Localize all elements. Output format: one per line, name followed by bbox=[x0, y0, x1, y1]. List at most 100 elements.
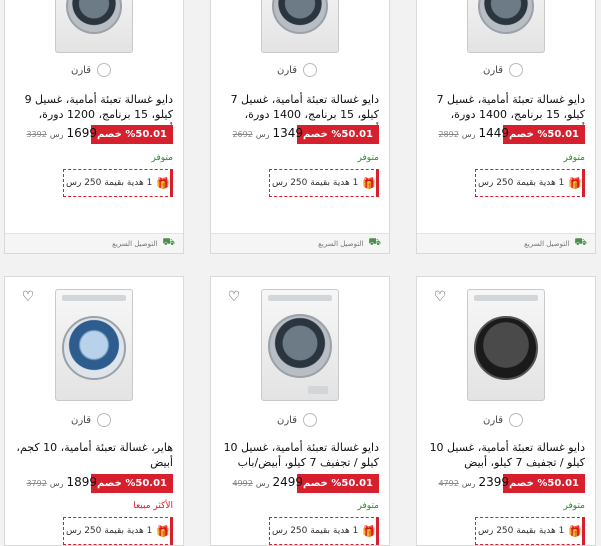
product-image[interactable] bbox=[211, 277, 389, 407]
currency: رس bbox=[255, 130, 270, 139]
truck-icon: ⛟ bbox=[574, 237, 587, 248]
product-card[interactable]: ♡ قارن دايو غسالة تعبئة أمامية، غسيل 10 … bbox=[210, 276, 390, 546]
product-image[interactable] bbox=[417, 0, 595, 59]
gift-icon: 🎁 bbox=[362, 176, 377, 190]
availability-status: متوفر bbox=[563, 501, 585, 511]
currency: رس bbox=[255, 479, 270, 488]
product-image[interactable] bbox=[5, 0, 183, 59]
old-price: 2692 bbox=[232, 130, 253, 139]
product-image[interactable] bbox=[5, 277, 183, 407]
compare-label: قارن bbox=[483, 414, 503, 426]
discount-badge: %50.01 خصم bbox=[296, 474, 379, 493]
gift-label: 1 هدية بقيمة 250 رس bbox=[272, 526, 359, 536]
washing-machine-image bbox=[261, 289, 339, 401]
compare-toggle[interactable]: قارن bbox=[483, 63, 523, 77]
product-card[interactable]: ♡ قارن دايو غسالة تعبئة أمامية، غسيل 10 … bbox=[416, 276, 596, 546]
gift-offer[interactable]: 🎁 1 هدية بقيمة 250 رس bbox=[475, 169, 585, 197]
gift-icon: 🎁 bbox=[362, 524, 377, 538]
current-price: 1449 bbox=[478, 126, 509, 140]
currency: رس bbox=[49, 130, 64, 139]
current-price: 1899 bbox=[66, 475, 97, 489]
compare-label: قارن bbox=[277, 64, 297, 76]
discount-badge: %50.01 خصم bbox=[90, 474, 173, 493]
gift-offer[interactable]: 🎁 1 هدية بقيمة 250 رس bbox=[269, 169, 379, 197]
product-card[interactable]: قارن دايو غسالة تعبئة أمامية، غسيل 9 كيل… bbox=[4, 0, 184, 254]
current-price: 1699 bbox=[66, 126, 97, 140]
old-price: 3392 bbox=[26, 130, 47, 139]
current-price: 2399 bbox=[478, 475, 509, 489]
product-title[interactable]: دايو غسالة تعبئة أمامية، غسيل 10 كيلو / … bbox=[219, 440, 379, 470]
availability-status: متوفر bbox=[563, 153, 585, 163]
washing-machine-image bbox=[467, 289, 545, 401]
compare-label: قارن bbox=[277, 414, 297, 426]
price-group: 1349 رس 2692 bbox=[232, 126, 303, 140]
compare-label: قارن bbox=[483, 64, 503, 76]
compare-toggle[interactable]: قارن bbox=[71, 63, 111, 77]
compare-radio[interactable] bbox=[97, 413, 111, 427]
gift-label: 1 هدية بقيمة 250 رس bbox=[272, 178, 359, 188]
truck-icon: ⛟ bbox=[162, 237, 175, 248]
gift-label: 1 هدية بقيمة 250 رس bbox=[66, 178, 153, 188]
product-card[interactable]: قارن دايو غسالة تعبئة أمامية، غسيل 7 كيل… bbox=[416, 0, 596, 254]
discount-badge: %50.01 خصم bbox=[90, 125, 173, 144]
delivery-bar: ⛟ التوصيل السريع bbox=[417, 233, 595, 253]
compare-toggle[interactable]: قارن bbox=[277, 413, 317, 427]
product-card[interactable]: قارن دايو غسالة تعبئة أمامية، غسيل 7 كيل… bbox=[210, 0, 390, 254]
old-price: 2892 bbox=[438, 130, 459, 139]
washing-machine-image bbox=[55, 0, 133, 53]
gift-label: 1 هدية بقيمة 250 رس bbox=[66, 526, 153, 536]
product-image[interactable] bbox=[417, 277, 595, 407]
delivery-label: التوصيل السريع bbox=[112, 239, 158, 248]
compare-radio[interactable] bbox=[303, 413, 317, 427]
current-price: 1349 bbox=[272, 126, 303, 140]
currency: رس bbox=[49, 479, 64, 488]
compare-toggle[interactable]: قارن bbox=[483, 413, 523, 427]
compare-toggle[interactable]: قارن bbox=[71, 413, 111, 427]
gift-icon: 🎁 bbox=[568, 176, 583, 190]
discount-badge: %50.01 خصم bbox=[502, 474, 585, 493]
delivery-label: التوصيل السريع bbox=[524, 239, 570, 248]
currency: رس bbox=[461, 479, 476, 488]
gift-icon: 🎁 bbox=[156, 524, 171, 538]
gift-offer[interactable]: 🎁 1 هدية بقيمة 250 رس bbox=[63, 169, 173, 197]
availability-status: متوفر bbox=[151, 153, 173, 163]
gift-icon: 🎁 bbox=[156, 176, 171, 190]
gift-label: 1 هدية بقيمة 250 رس bbox=[478, 526, 565, 536]
gift-icon: 🎁 bbox=[568, 524, 583, 538]
truck-icon: ⛟ bbox=[368, 237, 381, 248]
delivery-label: التوصيل السريع bbox=[318, 239, 364, 248]
availability-status: متوفر bbox=[357, 501, 379, 511]
availability-status: متوفر bbox=[357, 153, 379, 163]
old-price: 3792 bbox=[26, 479, 47, 488]
compare-radio[interactable] bbox=[509, 413, 523, 427]
delivery-bar: ⛟ التوصيل السريع bbox=[211, 233, 389, 253]
discount-badge: %50.01 خصم bbox=[502, 125, 585, 144]
gift-label: 1 هدية بقيمة 250 رس bbox=[478, 178, 565, 188]
price-group: 1699 رس 3392 bbox=[26, 126, 97, 140]
compare-toggle[interactable]: قارن bbox=[277, 63, 317, 77]
product-image[interactable] bbox=[211, 0, 389, 59]
compare-label: قارن bbox=[71, 414, 91, 426]
compare-radio[interactable] bbox=[509, 63, 523, 77]
gift-offer[interactable]: 🎁 1 هدية بقيمة 250 رس bbox=[475, 517, 585, 545]
discount-badge: %50.01 خصم bbox=[296, 125, 379, 144]
product-card[interactable]: ♡ قارن هاير، غسالة تعبئة أمامية، 10 كجم،… bbox=[4, 276, 184, 546]
price-group: 1899 رس 3792 bbox=[26, 475, 97, 489]
price-group: 2399 رس 4792 bbox=[438, 475, 509, 489]
gift-offer[interactable]: 🎁 1 هدية بقيمة 250 رس bbox=[269, 517, 379, 545]
product-title[interactable]: دايو غسالة تعبئة أمامية، غسيل 10 كيلو / … bbox=[425, 440, 585, 470]
washing-machine-image bbox=[467, 0, 545, 53]
old-price: 4792 bbox=[438, 479, 459, 488]
washing-machine-image bbox=[55, 289, 133, 401]
price-group: 2499 رس 4992 bbox=[232, 475, 303, 489]
gift-offer[interactable]: 🎁 1 هدية بقيمة 250 رس bbox=[63, 517, 173, 545]
washing-machine-image bbox=[261, 0, 339, 53]
price-group: 1449 رس 2892 bbox=[438, 126, 509, 140]
delivery-bar: ⛟ التوصيل السريع bbox=[5, 233, 183, 253]
current-price: 2499 bbox=[272, 475, 303, 489]
compare-radio[interactable] bbox=[303, 63, 317, 77]
currency: رس bbox=[461, 130, 476, 139]
product-title[interactable]: هاير، غسالة تعبئة أمامية، 10 كجم، أبيض bbox=[13, 440, 173, 470]
compare-radio[interactable] bbox=[97, 63, 111, 77]
old-price: 4992 bbox=[232, 479, 253, 488]
